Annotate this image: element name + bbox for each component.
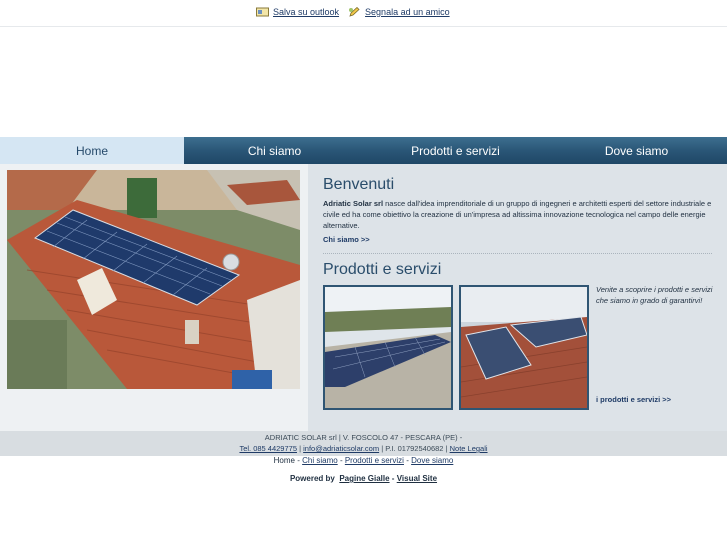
nav-prodotti-servizi[interactable]: Prodotti e servizi (365, 137, 546, 164)
products-note: Venite a scoprire i prodotti e servizi c… (596, 285, 713, 305)
hero-illustration (7, 170, 300, 389)
top-bar: Salva su outlook Segnala ad un amico (0, 0, 727, 27)
suggest-friend-link[interactable]: Segnala ad un amico (348, 7, 450, 17)
chi-siamo-link[interactable]: Chi siamo >> (323, 235, 370, 244)
welcome-text: Adriatic Solar srl nasce dall'idea impre… (323, 198, 715, 231)
prodotti-servizi-link[interactable]: i prodotti e servizi >> (596, 395, 671, 404)
roof-panels-illustration (461, 287, 587, 408)
footer-nav: Home - Chi siamo - Prodotti e servizi - … (273, 456, 454, 465)
footer-nav-home[interactable]: Home (274, 456, 295, 465)
powered-dash: - (391, 474, 395, 483)
header-banner (0, 27, 727, 137)
footer-email-link[interactable]: info@adriaticsolar.com (303, 444, 379, 453)
footer-nav-prodotti-servizi[interactable]: Prodotti e servizi (345, 456, 404, 465)
footer-nav-chi-siamo[interactable]: Chi siamo (302, 456, 338, 465)
pencil-icon (349, 7, 360, 17)
suggest-friend-label: Segnala ad un amico (365, 7, 450, 17)
product-image-roof-panels[interactable] (459, 285, 589, 410)
visual-site-link[interactable]: Visual Site (397, 474, 437, 483)
powered-prefix: Powered by (289, 474, 335, 483)
top-links: Salva su outlook Segnala ad un amico (256, 7, 450, 17)
footer-nav-dove-siamo[interactable]: Dove siamo (411, 456, 453, 465)
save-outlook-label: Salva su outlook (273, 7, 340, 17)
save-outlook-link[interactable]: Salva su outlook (256, 7, 339, 17)
welcome-title: Benvenuti (323, 176, 395, 193)
nav-home[interactable]: Home (0, 137, 184, 164)
footer-legal-link[interactable]: Note Legali (450, 444, 488, 453)
company-name: Adriatic Solar srl (323, 199, 384, 208)
nav-chi-siamo[interactable]: Chi siamo (184, 137, 365, 164)
pagine-gialle-link[interactable]: Pagine Gialle (339, 474, 389, 483)
footer-contacts: Tel. 085 4429775 | info@adriaticsolar.co… (0, 444, 727, 453)
hero-image-solar-roof (7, 170, 300, 389)
footer-address: ADRIATIC SOLAR srl | V. FOSCOLO 47 - PES… (264, 433, 463, 442)
footer-info: ADRIATIC SOLAR srl | V. FOSCOLO 47 - PES… (0, 431, 727, 456)
products-title: Prodotti e servizi (323, 261, 442, 278)
powered-by: Powered by Pagine Gialle - Visual Site (0, 474, 727, 483)
ground-panels-illustration (325, 287, 451, 408)
content-panel: Benvenuti Adriatic Solar srl nasce dall'… (308, 164, 727, 431)
product-image-ground-panels[interactable] (323, 285, 453, 410)
outlook-icon (256, 7, 269, 17)
section-divider (323, 253, 712, 254)
footer-tel-link[interactable]: Tel. 085 4429775 (239, 444, 297, 453)
main-nav: Home Chi siamo Prodotti e servizi Dove s… (0, 137, 727, 164)
main-content: Benvenuti Adriatic Solar srl nasce dall'… (0, 164, 727, 431)
nav-dove-siamo[interactable]: Dove siamo (546, 137, 727, 164)
footer-piva: | P.I. 01792540682 | (379, 444, 450, 453)
